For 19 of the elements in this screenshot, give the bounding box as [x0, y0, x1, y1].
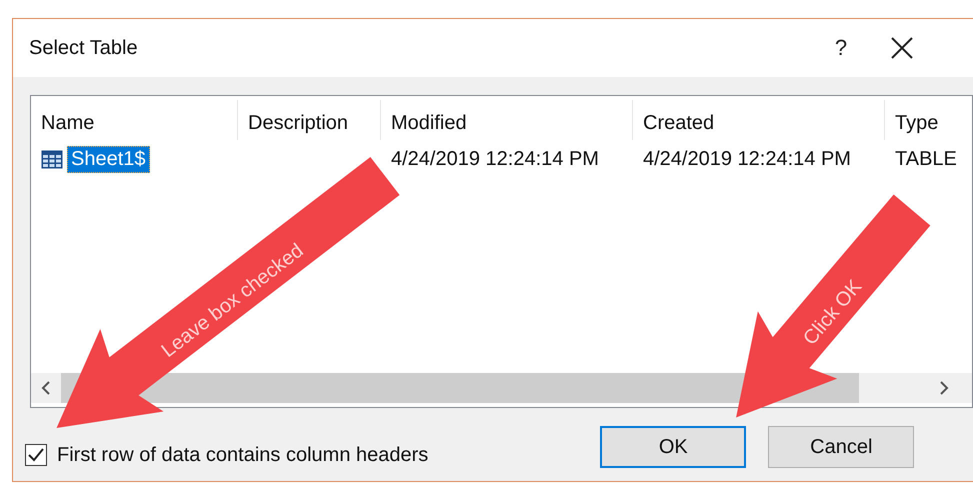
table-icon	[41, 150, 63, 168]
column-header[interactable]: Description	[238, 100, 381, 140]
dialog-button[interactable]: OK	[600, 426, 746, 468]
column-header[interactable]: Created	[633, 100, 885, 140]
dialog-button[interactable]: Cancel	[768, 426, 914, 468]
header-row-checkbox[interactable]: First row of data contains column headers	[25, 428, 428, 466]
close-button[interactable]	[891, 37, 913, 59]
window-title: Select Table	[29, 36, 139, 60]
table-cell: 4/24/2019 12:24:14 PM	[391, 148, 599, 170]
help-button[interactable]: ?	[821, 35, 861, 61]
column-header[interactable]: Modified	[381, 100, 633, 140]
checkmark-icon	[27, 446, 45, 464]
scroll-right-icon[interactable]	[939, 381, 949, 395]
table-cell: 4/24/2019 12:24:14 PM	[643, 148, 851, 170]
table-cell: TABLE	[895, 148, 957, 170]
column-header[interactable]: Name	[31, 100, 238, 140]
column-header[interactable]: Type	[885, 100, 972, 140]
scroll-left-icon[interactable]	[41, 381, 51, 395]
table-name[interactable]: Sheet1$	[67, 146, 150, 172]
